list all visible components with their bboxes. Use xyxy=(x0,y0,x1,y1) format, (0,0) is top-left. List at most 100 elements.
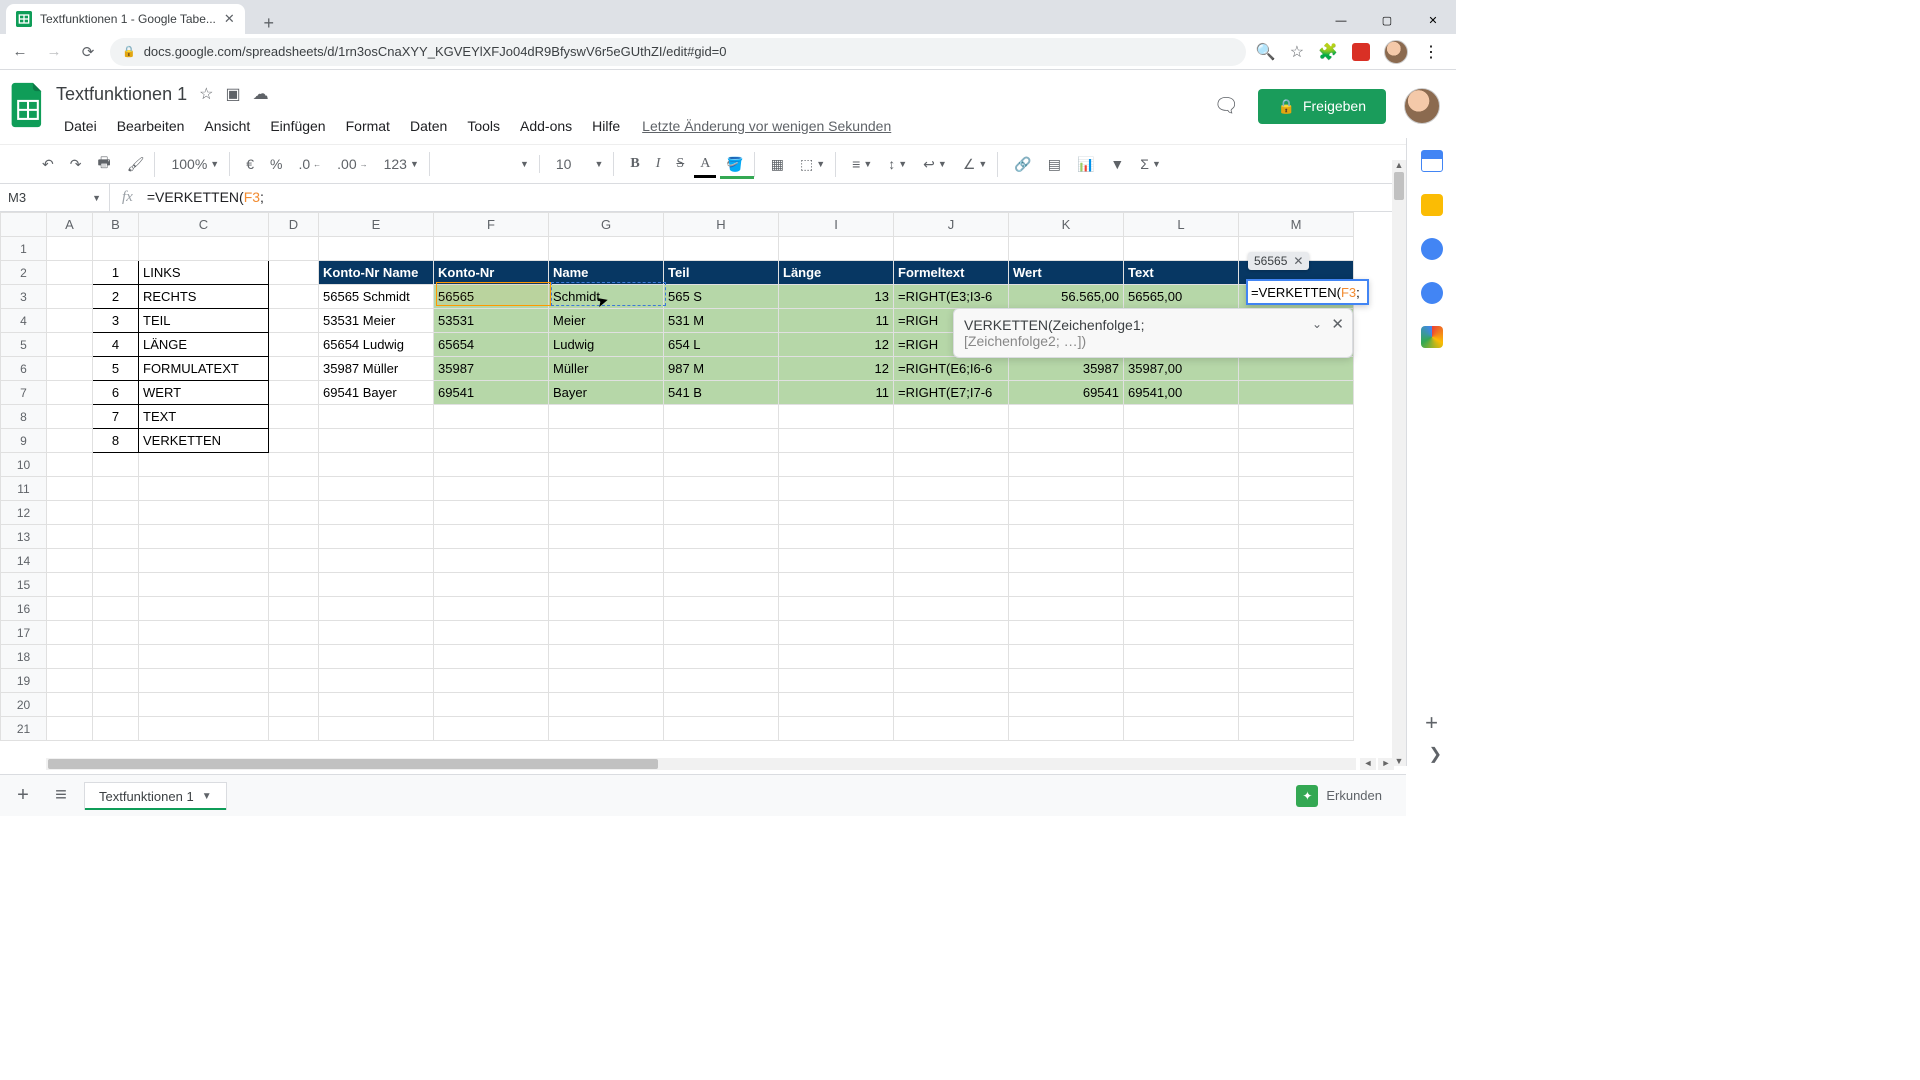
cell[interactable] xyxy=(1239,453,1354,477)
cell[interactable] xyxy=(779,501,894,525)
cell[interactable] xyxy=(1009,429,1124,453)
decrease-decimal-button[interactable]: .0← xyxy=(292,152,327,176)
cell[interactable] xyxy=(1239,573,1354,597)
number-format-select[interactable]: 123▼ xyxy=(378,152,430,176)
cell[interactable] xyxy=(1239,477,1354,501)
row-header[interactable]: 6 xyxy=(1,357,47,381)
document-title[interactable]: Textfunktionen 1 xyxy=(56,84,187,105)
cell[interactable] xyxy=(93,573,139,597)
cell[interactable] xyxy=(47,381,93,405)
reload-button[interactable]: ⟳ xyxy=(76,40,100,64)
cell[interactable] xyxy=(47,453,93,477)
cell[interactable] xyxy=(549,549,664,573)
rotate-button[interactable]: ∠▼ xyxy=(957,152,998,177)
cell[interactable] xyxy=(549,669,664,693)
cell[interactable]: 1 xyxy=(93,261,139,285)
cell[interactable] xyxy=(139,453,269,477)
cell[interactable]: =RIGHT(E3;I3-6 xyxy=(894,285,1009,309)
cell[interactable]: Teil xyxy=(664,261,779,285)
last-edit-link[interactable]: Letzte Änderung vor wenigen Sekunden xyxy=(642,118,891,134)
extensions-icon[interactable]: 🧩 xyxy=(1318,42,1338,62)
cell[interactable] xyxy=(1124,549,1239,573)
cell[interactable]: 65654 Ludwig xyxy=(319,333,434,357)
cell[interactable] xyxy=(93,693,139,717)
menu-ansicht[interactable]: Ansicht xyxy=(196,114,258,138)
cell[interactable]: 56.565,00 xyxy=(1009,285,1124,309)
cell[interactable] xyxy=(664,237,779,261)
row-header[interactable]: 12 xyxy=(1,501,47,525)
row-header[interactable]: 21 xyxy=(1,717,47,741)
cell[interactable] xyxy=(779,597,894,621)
cell[interactable] xyxy=(1124,669,1239,693)
cell[interactable]: 4 xyxy=(93,333,139,357)
cell[interactable] xyxy=(434,669,549,693)
cell[interactable] xyxy=(1239,693,1354,717)
cell[interactable] xyxy=(1239,621,1354,645)
cell[interactable]: 56565,00 xyxy=(1124,285,1239,309)
cell[interactable] xyxy=(139,549,269,573)
cell[interactable] xyxy=(269,429,319,453)
row-header[interactable]: 16 xyxy=(1,597,47,621)
text-color-button[interactable]: A xyxy=(694,152,716,176)
row-header[interactable]: 5 xyxy=(1,333,47,357)
cell[interactable] xyxy=(1124,477,1239,501)
cell[interactable] xyxy=(269,285,319,309)
cell[interactable] xyxy=(1239,429,1354,453)
wrap-button[interactable]: ↩▼ xyxy=(917,152,953,177)
cell[interactable] xyxy=(319,693,434,717)
row-header[interactable]: 20 xyxy=(1,693,47,717)
cell[interactable]: 541 B xyxy=(664,381,779,405)
cell[interactable] xyxy=(1124,405,1239,429)
cell[interactable] xyxy=(894,477,1009,501)
cell[interactable]: 987 M xyxy=(664,357,779,381)
cell[interactable] xyxy=(1009,573,1124,597)
cell[interactable] xyxy=(1239,381,1354,405)
cell[interactable] xyxy=(1124,693,1239,717)
account-avatar-icon[interactable] xyxy=(1404,88,1440,124)
cell[interactable] xyxy=(1009,237,1124,261)
address-bar[interactable]: 🔒 docs.google.com/spreadsheets/d/1rn3osC… xyxy=(110,38,1246,66)
cell[interactable]: 69541 Bayer xyxy=(319,381,434,405)
cell[interactable]: 3 xyxy=(93,309,139,333)
cell[interactable] xyxy=(664,717,779,741)
active-cell-editor[interactable]: =VERKETTEN(F3; xyxy=(1246,279,1369,305)
cell[interactable] xyxy=(434,645,549,669)
cell[interactable] xyxy=(93,453,139,477)
cell[interactable] xyxy=(779,237,894,261)
menu-daten[interactable]: Daten xyxy=(402,114,455,138)
row-header[interactable]: 18 xyxy=(1,645,47,669)
cell[interactable] xyxy=(139,525,269,549)
cell[interactable] xyxy=(139,693,269,717)
cell[interactable]: 65654 xyxy=(434,333,549,357)
cell[interactable]: 35987,00 xyxy=(1124,357,1239,381)
cell[interactable] xyxy=(269,381,319,405)
cell[interactable] xyxy=(139,597,269,621)
merge-button[interactable]: ⬚▼ xyxy=(794,152,836,177)
cell[interactable] xyxy=(269,405,319,429)
cell[interactable] xyxy=(434,477,549,501)
cell[interactable] xyxy=(269,333,319,357)
cell[interactable] xyxy=(1009,525,1124,549)
cell[interactable]: =RIGHT(E7;I7-6 xyxy=(894,381,1009,405)
horizontal-scrollbar[interactable] xyxy=(46,758,1356,770)
cell[interactable] xyxy=(319,525,434,549)
maximize-button[interactable]: ▢ xyxy=(1364,7,1410,34)
zoom-icon[interactable]: 🔍 xyxy=(1256,42,1276,62)
cell[interactable] xyxy=(47,429,93,453)
cell[interactable] xyxy=(139,645,269,669)
row-header[interactable]: 15 xyxy=(1,573,47,597)
cell[interactable] xyxy=(664,645,779,669)
cell[interactable]: Länge xyxy=(779,261,894,285)
tasks-icon[interactable] xyxy=(1421,238,1443,260)
cell[interactable] xyxy=(93,525,139,549)
cell[interactable] xyxy=(47,261,93,285)
cell[interactable]: Schmidt xyxy=(549,285,664,309)
cell[interactable] xyxy=(269,573,319,597)
cell[interactable] xyxy=(434,717,549,741)
cell[interactable]: 11 xyxy=(779,309,894,333)
collapse-side-panel-icon[interactable]: ❯ xyxy=(1429,744,1442,764)
cell[interactable] xyxy=(894,621,1009,645)
fill-color-button[interactable]: 🪣 xyxy=(720,152,754,177)
borders-button[interactable]: ▦ xyxy=(765,152,790,177)
column-header[interactable]: J xyxy=(894,213,1009,237)
